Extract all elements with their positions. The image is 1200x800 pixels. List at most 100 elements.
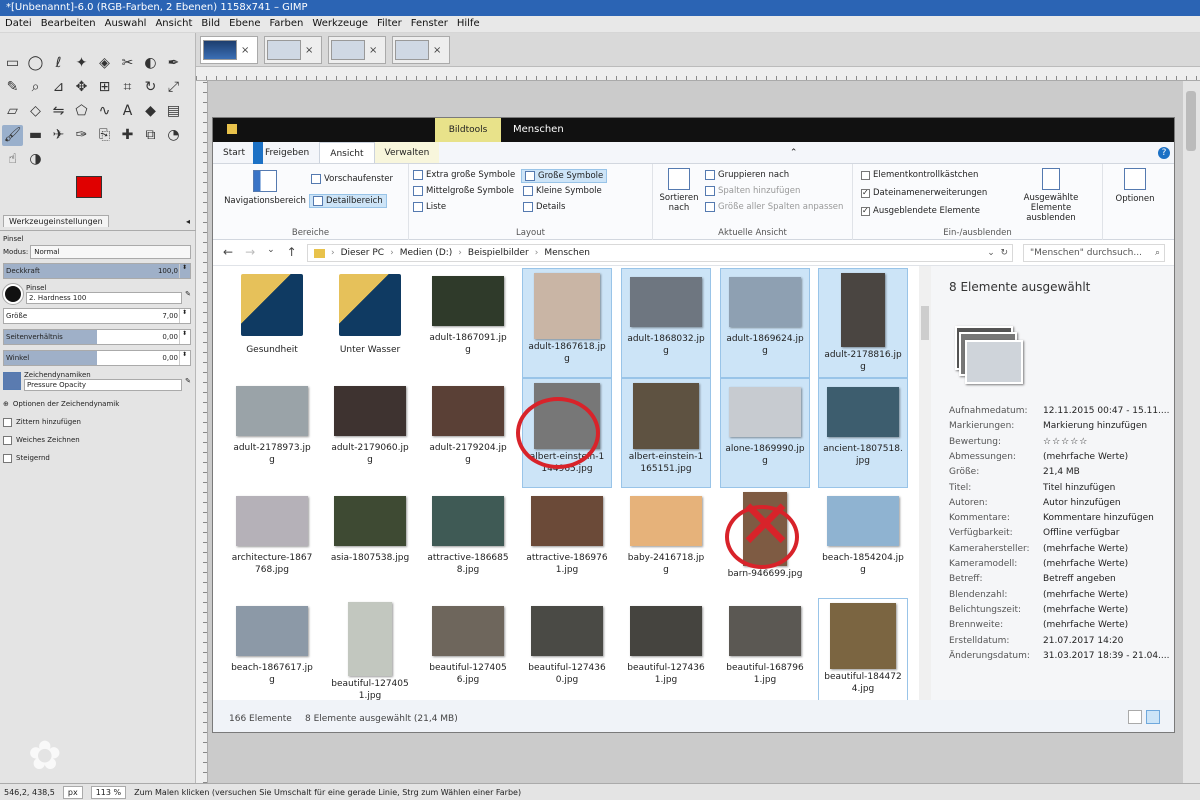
file-item[interactable]: adult-1867618.jpg [522,268,612,378]
property-value[interactable]: (mehrfache Werte) [1043,620,1128,635]
menu-farben[interactable]: Farben [269,16,303,32]
file-scrollbar[interactable] [919,266,931,700]
shear-icon[interactable]: ▱ [2,101,23,122]
layout-medium[interactable]: Mittelgroße Symbole [413,186,514,196]
file-item[interactable]: adult-1867091.jpg [423,268,513,378]
file-item[interactable]: baby-2416718.jpg [621,488,711,598]
options-button[interactable]: Optionen [1105,168,1165,204]
file-item[interactable]: attractive-1869761.jpg [522,488,612,598]
property-value[interactable]: Markierung hinzufügen [1043,421,1147,436]
file-item[interactable]: architecture-1867768.jpg [227,488,317,598]
aspect-slider[interactable]: Seitenverhältnis 0,00 ⬍ [3,329,191,345]
file-item[interactable]: beautiful-1844724.jpg [818,598,908,708]
property-value[interactable]: Betreff angeben [1043,574,1116,589]
property-value[interactable]: Kommentare hinzufügen [1043,513,1154,528]
property-value[interactable]: (mehrfache Werte) [1043,452,1128,467]
item-checkboxes-toggle[interactable]: Elementkontrollkästchen [861,170,978,180]
file-item[interactable]: attractive-1866858.jpg [423,488,513,598]
brush-name[interactable]: 2. Hardness 100 [26,292,183,304]
menu-fenster[interactable]: Fenster [411,16,448,32]
zoom-select[interactable]: 113 % [90,785,127,799]
layout-small[interactable]: Kleine Symbole [523,186,602,196]
checkbox[interactable] [3,435,12,445]
bucket-fill-icon[interactable]: ◆ [140,101,161,122]
file-item[interactable]: beautiful-1274056.jpg [423,598,513,708]
file-item[interactable]: alone-1869990.jpg [720,378,810,488]
property-value[interactable]: (mehrfache Werte) [1043,590,1128,605]
file-item[interactable]: adult-2178816.jpg [818,268,908,378]
checkbox[interactable] [3,453,12,463]
flip-icon[interactable]: ⇋ [48,101,69,122]
hide-selected-button[interactable]: Ausgewählte Elemente ausblenden [1005,168,1097,223]
chevron-right-icon[interactable]: › [535,248,539,258]
thumbnail-view-icon[interactable] [1146,710,1160,724]
chevron-right-icon[interactable]: › [390,248,394,258]
layout-large[interactable]: Große Symbole [521,169,608,183]
property-value[interactable]: 21,4 MB [1043,467,1080,482]
property-value[interactable]: Offline verfügbar [1043,528,1119,543]
property-value[interactable]: (mehrfache Werte) [1043,559,1128,574]
incremental-checkbox[interactable]: Steigernd [3,449,191,467]
close-icon[interactable]: × [305,45,313,56]
file-item[interactable]: asia-1807538.jpg [325,488,415,598]
file-item[interactable]: adult-2178973.jpg [227,378,317,488]
jitter-checkbox[interactable]: Zittern hinzufügen [3,413,191,431]
fit-columns-button[interactable]: Größe aller Spalten anpassen [705,202,843,212]
layout-extra-large[interactable]: Extra große Symbole [413,170,515,180]
chevron-right-icon[interactable]: › [331,248,335,258]
spin-icon[interactable]: ⬍ [179,309,189,323]
file-item[interactable]: beach-1854204.jpg [818,488,908,598]
color-swatches[interactable] [76,176,118,212]
property-value[interactable]: 12.11.2015 00:47 - 15.11.... [1043,406,1170,421]
close-icon[interactable]: × [241,45,249,56]
close-icon[interactable]: × [433,45,441,56]
file-item[interactable]: adult-2179060.jpg [325,378,415,488]
add-columns-button[interactable]: Spalten hinzufügen [705,186,800,196]
checkbox[interactable] [861,188,870,198]
menu-datei[interactable]: Datei [5,16,32,32]
scissors-icon[interactable]: ✂ [117,53,138,74]
context-tab-bildtools[interactable]: Bildtools [435,118,501,142]
menu-auswahl[interactable]: Auswahl [105,16,147,32]
property-value[interactable]: 21.07.2017 14:20 [1043,636,1123,651]
tab-tool-options[interactable]: Werkzeugeinstellungen [3,215,109,227]
search-input[interactable]: "Menschen" durchsuch... ⌕ [1023,244,1165,262]
perspective-clone-icon[interactable]: ⧉ [140,125,161,146]
breadcrumb-item[interactable]: Beispielbilder [468,248,529,258]
blend-icon[interactable]: ▤ [163,101,184,122]
tab-menu-icon[interactable]: ◂ [186,217,190,226]
search-icon[interactable]: ⌕ [1155,245,1160,261]
size-slider[interactable]: Größe 7,00 ⬍ [3,308,191,324]
file-view[interactable]: Gesundheit Unter Wasser adult-1867091.jpg a… [213,266,919,708]
hidden-items-toggle[interactable]: Ausgeblendete Elemente [861,206,980,216]
refresh-icon[interactable]: ⌄ ↻ [987,248,1012,258]
move-icon[interactable]: ✥ [71,77,92,98]
opacity-slider[interactable]: Deckkraft 100,0 ⬍ [3,263,191,279]
paintbrush-icon[interactable]: 🖌 [2,125,23,146]
group-by-button[interactable]: Gruppieren nach [705,170,789,180]
scroll-thumb[interactable] [921,306,929,340]
preview-pane-button[interactable]: Vorschaufenster [311,174,393,184]
spin-icon[interactable]: ⬍ [179,351,189,365]
file-item[interactable]: adult-2179204.jpg [423,378,513,488]
canvas-scrollbar[interactable] [1183,81,1200,783]
heal-icon[interactable]: ✚ [117,125,138,146]
scroll-thumb[interactable] [1186,91,1196,151]
file-item[interactable]: adult-1868032.jpg [621,268,711,378]
menu-werkzeuge[interactable]: Werkzeuge [312,16,368,32]
airbrush-icon[interactable]: ✈ [48,125,69,146]
menu-bild[interactable]: Bild [201,16,220,32]
menu-bearbeiten[interactable]: Bearbeiten [41,16,96,32]
file-item[interactable]: beach-1867617.jpg [227,598,317,708]
checkbox[interactable] [3,417,12,427]
paths-icon[interactable]: ✒ [163,53,184,74]
menu-hilfe[interactable]: Hilfe [457,16,480,32]
menu-ebene[interactable]: Ebene [229,16,260,32]
file-item[interactable]: adult-1869624.jpg [720,268,810,378]
lasso-icon[interactable]: ℓ [48,53,69,74]
file-item[interactable]: beautiful-1274360.jpg [522,598,612,708]
file-item[interactable]: ancient-1807518.jpg [818,378,908,488]
clone-icon[interactable]: ⎘ [94,125,115,146]
fuzzy-select-icon[interactable]: ✦ [71,53,92,74]
layout-list[interactable]: Liste [413,202,446,212]
